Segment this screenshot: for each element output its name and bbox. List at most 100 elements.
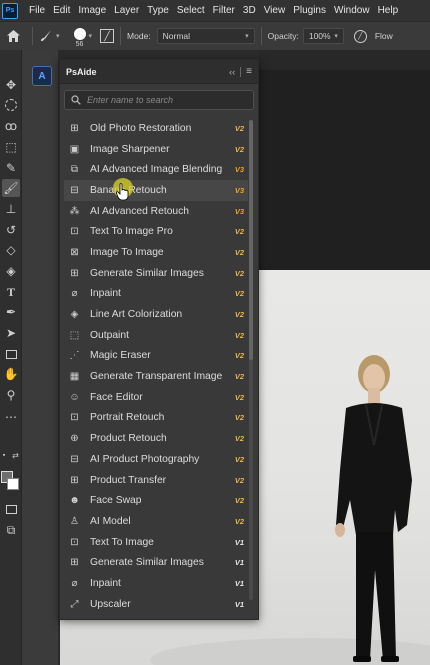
home-icon[interactable]	[0, 30, 26, 42]
menu-filter[interactable]: Filter	[209, 5, 239, 16]
list-item[interactable]: ⊡ Text To Image V1	[64, 532, 248, 553]
more-tools-icon[interactable]: ⋯	[2, 408, 20, 426]
background-color-swatch[interactable]	[7, 478, 19, 490]
list-item[interactable]: ⌀ Inpaint V2	[64, 284, 248, 305]
list-item-label: AI Advanced Retouch	[90, 205, 190, 217]
version-badge: V2	[234, 247, 244, 257]
brush-size-picker[interactable]: 56	[73, 28, 86, 48]
opacity-field[interactable]: 100% ▾	[302, 28, 344, 44]
collapse-panel-icon[interactable]: ‹‹	[229, 67, 235, 77]
menu-layer[interactable]: Layer	[110, 5, 143, 16]
menu-3d[interactable]: 3D	[239, 5, 260, 16]
list-item-label: Image To Image	[90, 246, 164, 258]
chevron-down-icon[interactable]: ▾	[89, 32, 93, 40]
list-item[interactable]: ⌀ Inpaint V1	[64, 573, 248, 594]
hand-tool-icon[interactable]: ✋	[2, 365, 20, 383]
list-item[interactable]: ⊡ Text To Image Pro V2	[64, 221, 248, 242]
search-input[interactable]	[87, 95, 247, 105]
swap-colors-icon[interactable]: ⇄	[11, 451, 20, 460]
paint-bucket-tool-icon[interactable]: ◈	[2, 262, 20, 280]
panel-tab-psaide[interactable]: PsAide	[66, 67, 97, 77]
type-tool-icon[interactable]: T	[2, 283, 20, 301]
blend-icon: ⧉	[70, 164, 79, 176]
chevron-down-icon: ▾	[245, 33, 249, 40]
marquee-tool-icon[interactable]	[2, 96, 20, 114]
screen-mode-icon[interactable]: ⧉	[2, 521, 20, 539]
brush-settings-icon[interactable]: ╱	[100, 29, 115, 43]
object-select-tool-icon[interactable]: ⬚	[2, 138, 20, 156]
list-item[interactable]: ⬚ Outpaint V2	[64, 325, 248, 346]
stamp-tool-icon[interactable]: ⊥	[2, 200, 20, 218]
mode-label: Mode:	[127, 31, 151, 41]
list-item-label: Line Art Colorization	[90, 309, 183, 321]
list-item[interactable]: ⊞ Old Photo Restoration V2	[64, 118, 248, 139]
menu-type[interactable]: Type	[143, 5, 173, 16]
chevron-down-icon[interactable]: ▾	[56, 32, 60, 40]
move-tool-icon[interactable]: ✥	[2, 76, 20, 94]
list-item[interactable]: ⋰ Magic Eraser V2	[64, 346, 248, 367]
list-item-label: Product Transfer	[90, 474, 167, 486]
menu-file[interactable]: File	[25, 5, 49, 16]
version-badge: V2	[234, 289, 244, 299]
list-item[interactable]: ⊞ Generate Similar Images V1	[64, 552, 248, 573]
list-scrollbar[interactable]	[249, 120, 253, 600]
mode-dropdown[interactable]: Normal ▾	[156, 28, 255, 44]
zoom-tool-icon[interactable]: ⚲	[2, 386, 20, 404]
pressure-opacity-icon[interactable]: ╱	[353, 29, 367, 43]
menu-edit[interactable]: Edit	[49, 5, 74, 16]
list-item[interactable]: ▦ Generate Transparent Image V2	[64, 366, 248, 387]
list-item[interactable]: ⤢ Upscaler V1	[64, 594, 248, 615]
list-item[interactable]: ♙ AI Model V2	[64, 511, 248, 532]
list-item[interactable]: ⊞ Generate Similar Images V2	[64, 263, 248, 284]
panel-menu-icon[interactable]: ≡	[246, 66, 252, 77]
list-item[interactable]: ⊟ Banana Retouch V3	[64, 180, 248, 201]
brush-tool-icon[interactable]: 🖌	[2, 179, 20, 197]
menu-plugins[interactable]: Plugins	[289, 5, 330, 16]
transparent-image-icon: ▦	[69, 371, 80, 383]
default-colors-icon[interactable]: ▪	[0, 451, 8, 459]
version-badge: V2	[234, 310, 244, 320]
quick-mask-icon[interactable]	[2, 500, 20, 518]
menu-bar: Ps File Edit Image Layer Type Select Fil…	[0, 0, 430, 21]
list-item[interactable]: ⧉ AI Advanced Image Blending V3	[64, 159, 248, 180]
list-item[interactable]: ⊕ Product Retouch V2	[64, 428, 248, 449]
psaide-panel-button[interactable]: A	[32, 66, 52, 86]
panel-header: PsAide ‹‹ ≡	[60, 60, 258, 84]
list-item[interactable]: ⊞ Product Transfer V2	[64, 470, 248, 491]
photoshop-logo: Ps	[2, 2, 18, 19]
scrollbar-thumb[interactable]	[249, 120, 253, 360]
menu-help[interactable]: Help	[374, 5, 403, 16]
list-item[interactable]: ▣ Image Sharpener V2	[64, 139, 248, 160]
history-brush-tool-icon[interactable]: ↺	[2, 221, 20, 239]
list-item[interactable]: ◈ Line Art Colorization V2	[64, 304, 248, 325]
list-item[interactable]: ⊟ AI Product Photography V2	[64, 449, 248, 470]
eyedropper-tool-icon[interactable]: ✎	[2, 159, 20, 177]
list-item[interactable]: ⊠ Image To Image V2	[64, 242, 248, 263]
version-badge: V2	[234, 454, 244, 464]
list-item-label: Upscaler	[90, 598, 131, 610]
list-item[interactable]: ⁂ AI Advanced Retouch V3	[64, 201, 248, 222]
list-item[interactable]: ☻ Face Swap V2	[64, 490, 248, 511]
rectangle-tool-icon[interactable]	[2, 345, 20, 363]
version-badge: V2	[234, 475, 244, 485]
path-select-tool-icon[interactable]: ➤	[2, 324, 20, 342]
face-icon: ☺	[69, 391, 80, 403]
flow-label: Flow	[374, 31, 393, 41]
brush-tool-preset-icon[interactable]: ▾	[39, 29, 60, 43]
list-item[interactable]: ⊡ Portrait Retouch V2	[64, 408, 248, 429]
menu-select[interactable]: Select	[173, 5, 209, 16]
pen-tool-icon[interactable]: ✒	[2, 303, 20, 321]
version-badge: V2	[234, 392, 244, 402]
menu-view[interactable]: View	[260, 5, 290, 16]
menu-image[interactable]: Image	[74, 5, 110, 16]
search-box[interactable]	[64, 90, 254, 110]
lasso-tool-icon[interactable]: ꝏ	[2, 117, 20, 135]
eraser-tool-icon[interactable]: ◇	[2, 241, 20, 259]
model-icon: ♙	[70, 515, 79, 527]
text-image-icon: ⊡	[70, 536, 79, 548]
menu-window[interactable]: Window	[330, 5, 374, 16]
list-item-label: Face Swap	[90, 495, 142, 507]
version-badge: V1	[234, 558, 244, 568]
list-item[interactable]: ☺ Face Editor V2	[64, 387, 248, 408]
version-badge: V2	[234, 123, 244, 133]
